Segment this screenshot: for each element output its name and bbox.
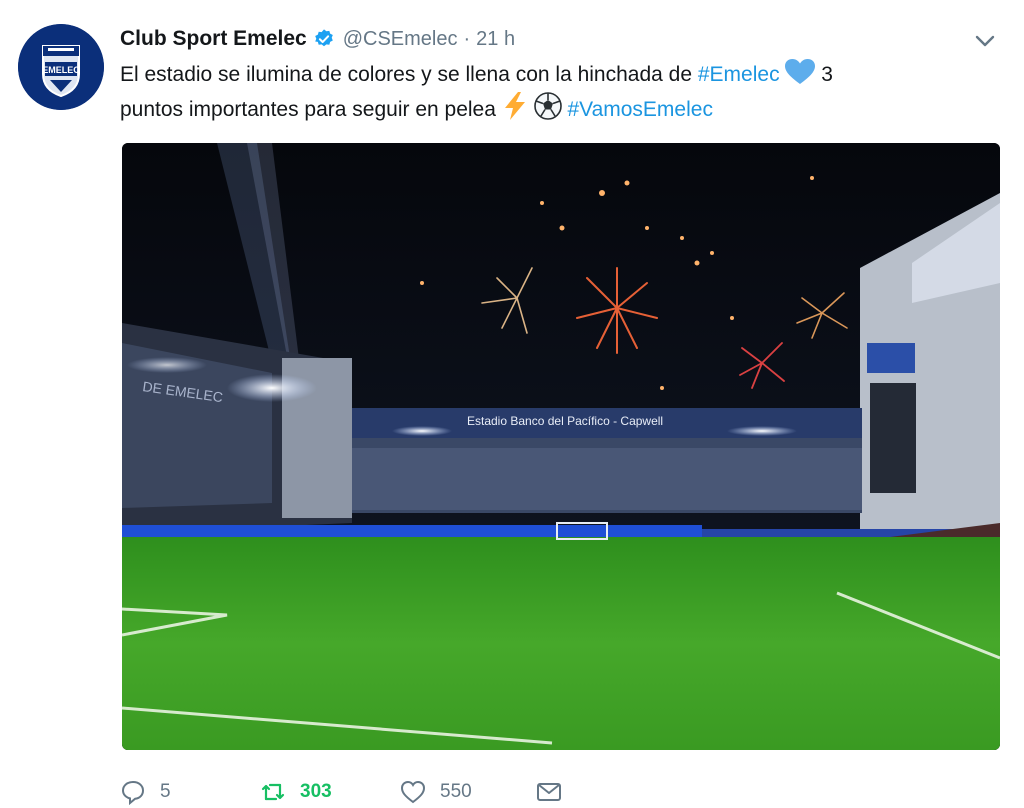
tweet-text-line-2: puntos importantes para seguir en pelea … <box>120 92 980 127</box>
tweet-text-part: 3 <box>815 63 833 86</box>
tweet-actions: 5 303 550 <box>120 776 576 808</box>
retweet-icon <box>261 783 285 801</box>
stadium-banner: Estadio Banco del Pacífico - Capwell <box>467 414 663 428</box>
hashtag-vamosemelec[interactable]: #VamosEmelec <box>567 98 713 121</box>
retweet-count: 303 <box>300 781 332 802</box>
handle[interactable]: @CSEmelec <box>343 28 458 51</box>
tweet-header: Club Sport Emelec @CSEmelec · 21 h <box>120 24 515 54</box>
display-name[interactable]: Club Sport Emelec <box>120 27 307 51</box>
tweet: EMELEC Club Sport Emelec @CSEmelec · 21 … <box>0 0 1024 808</box>
tweet-text-line-1: El estadio se ilumina de colores y se ll… <box>120 58 980 92</box>
blue-heart-emoji-icon <box>785 59 816 84</box>
like-button[interactable]: 550 <box>400 779 536 805</box>
verified-badge-icon <box>314 29 333 47</box>
soccer-ball-emoji-icon <box>533 92 562 120</box>
timestamp[interactable]: 21 h <box>476 28 515 51</box>
reply-count: 5 <box>160 781 171 802</box>
like-icon <box>400 780 426 804</box>
avatar[interactable]: EMELEC <box>18 24 104 110</box>
time-separator: · <box>463 27 471 50</box>
tweet-text-part: El estadio se ilumina de colores y se ll… <box>120 63 698 86</box>
tweet-photo[interactable]: DE EMELEC Estadio Banco del Pacífico - C… <box>122 143 1000 750</box>
avatar-text: EMELEC <box>42 65 80 75</box>
stadium-photo: DE EMELEC Estadio Banco del Pacífico - C… <box>122 143 1000 750</box>
reply-button[interactable]: 5 <box>120 779 260 805</box>
direct-message-icon <box>537 783 561 801</box>
chevron-down-icon[interactable] <box>972 30 998 52</box>
tweet-text: El estadio se ilumina de colores y se ll… <box>120 58 980 127</box>
retweet-button[interactable]: 303 <box>260 779 400 805</box>
reply-icon <box>121 780 145 805</box>
hashtag-emelec[interactable]: #Emelec <box>698 63 780 86</box>
lightning-emoji-icon <box>504 92 525 120</box>
like-count: 550 <box>440 781 472 802</box>
tweet-text-part: puntos importantes para seguir en pelea <box>120 98 502 121</box>
direct-message-button[interactable] <box>536 779 576 805</box>
emelec-logo-icon: EMELEC <box>18 24 104 110</box>
